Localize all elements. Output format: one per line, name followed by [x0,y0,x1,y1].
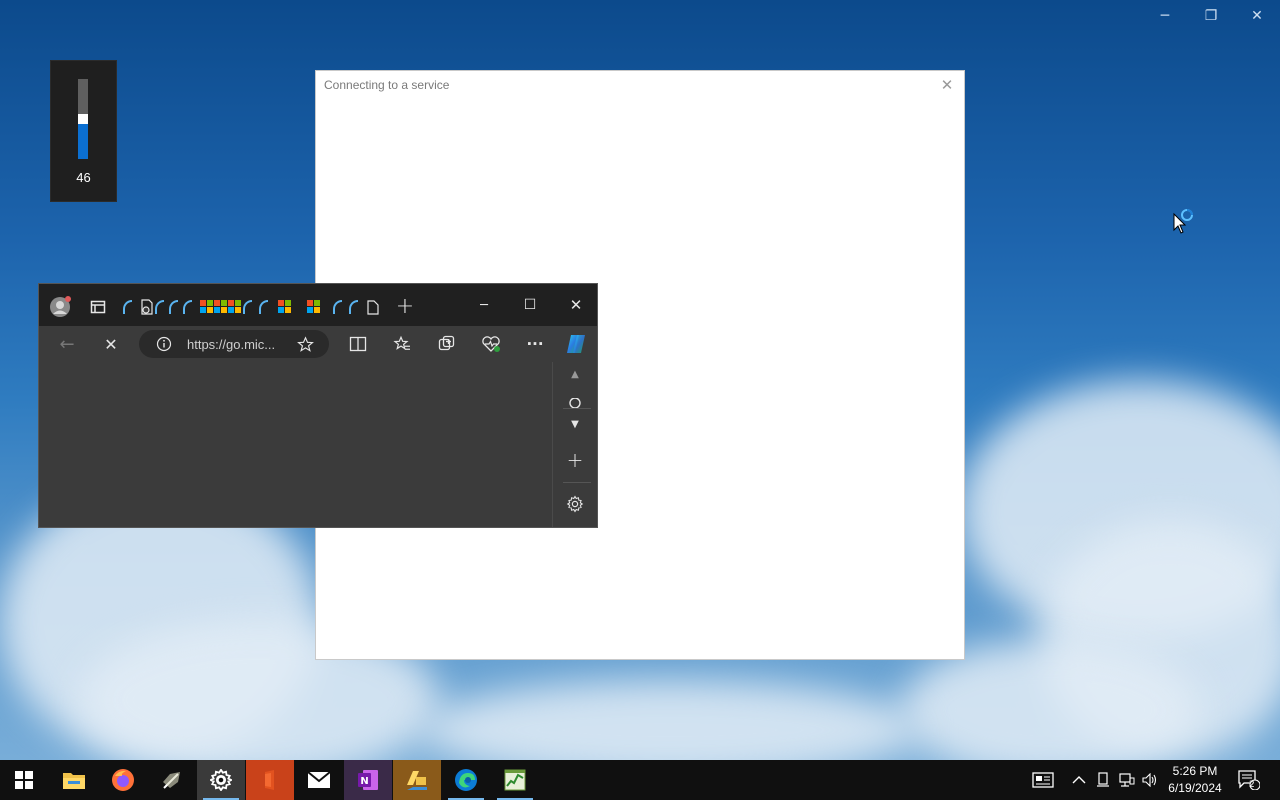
loading-tab-icon[interactable] [153,298,165,316]
taskbar-firefox[interactable] [99,760,147,800]
news-widget-icon[interactable] [1028,760,1058,800]
edge-maximize-button[interactable]: ☐ [507,284,553,326]
new-tab-button[interactable]: + [394,294,416,319]
taskbar-onenote[interactable]: N [344,760,392,800]
taskbar-settings[interactable] [197,760,245,800]
notification-center-button[interactable]: 2 [1234,760,1264,800]
sidebar-search-icon[interactable] [565,398,585,408]
sidebar-scroll-down-icon[interactable]: ▼ [565,416,585,432]
copilot-icon[interactable] [563,331,589,357]
show-hidden-icons-chevron-icon[interactable] [1068,760,1090,800]
collections-icon[interactable] [436,334,458,354]
desktop-window-controls: ─ ❐ ✕ [1142,0,1280,32]
clock-date: 6/19/2024 [1168,781,1222,795]
close-button[interactable]: ✕ [1234,0,1280,32]
taskbar-task-manager[interactable] [491,760,539,800]
volume-slider-fill [78,122,88,159]
browser-essentials-icon[interactable] [479,334,503,354]
sidebar-settings-gear-icon[interactable] [563,492,587,516]
split-screen-icon[interactable] [347,334,369,354]
file-manager-icon [407,771,427,790]
task-manager-icon [504,769,526,791]
loading-tab-icon[interactable] [347,298,359,316]
taskbar: N 5:26 PM 6/19/2024 2 [0,760,1280,800]
edge-icon [455,769,477,791]
microsoft-tab-icon[interactable] [306,299,320,313]
edge-sidebar: ▲ ▼ + [552,362,597,527]
sidebar-separator [563,482,591,483]
site-info-icon[interactable] [155,335,173,353]
dialog-close-button[interactable]: ✕ [936,74,958,96]
favorite-star-icon[interactable] [295,334,315,354]
loading-tab-icon[interactable] [167,298,179,316]
folder-icon [63,773,85,789]
sidebar-separator [563,408,591,409]
stop-loading-button[interactable]: ✕ [99,332,123,356]
onenote-icon: N [358,770,378,790]
minimize-button[interactable]: ─ [1142,0,1188,32]
profile-icon[interactable] [49,296,71,318]
taskbar-edge[interactable] [442,760,490,800]
edge-browser-window: + ─ ☐ ✕ ← ✕ https://go.mic... ··· ▲ ▼ + [38,283,598,528]
edge-minimize-button[interactable]: ─ [461,284,507,326]
microsoft-tab-icon[interactable] [227,299,241,313]
firefox-icon [112,769,134,791]
volume-speaker-icon[interactable] [1140,760,1160,800]
favorites-icon[interactable] [391,334,413,354]
address-url: https://go.mic... [187,337,276,352]
volume-flyout: 46 [50,60,117,202]
svg-text:N: N [360,776,368,787]
windows-logo-icon [15,771,33,789]
notification-count-badge: 2 [1249,780,1255,790]
volume-level-label: 46 [76,170,91,185]
loading-tab-icon[interactable] [181,298,193,316]
mail-icon [307,771,331,788]
edge-close-button[interactable]: ✕ [553,284,599,326]
taskbar-file-manager[interactable] [393,760,441,800]
volume-slider-thumb[interactable] [78,114,88,124]
more-options-button[interactable]: ··· [523,332,547,356]
taskbar-mail[interactable] [295,760,343,800]
taskbar-file-explorer[interactable] [50,760,98,800]
back-button[interactable]: ← [55,332,79,356]
tab-actions-icon[interactable] [89,298,107,316]
microsoft-tab-icon[interactable] [199,299,213,313]
address-bar[interactable]: https://go.mic... [139,330,329,358]
sidebar-scroll-up-icon[interactable]: ▲ [565,366,585,382]
sidebar-add-button[interactable]: + [563,448,587,472]
taskbar-clock[interactable]: 5:26 PM 6/19/2024 [1160,763,1230,797]
busy-cursor-icon [1173,209,1193,234]
start-button[interactable] [0,760,48,800]
device-icon[interactable] [1093,760,1113,800]
taskbar-office[interactable] [246,760,294,800]
office-icon [265,770,274,790]
page-tab-icon[interactable] [366,298,380,316]
settings-gear-icon [210,769,232,791]
microsoft-tab-icon[interactable] [277,299,291,313]
volume-slider[interactable] [78,79,88,159]
microsoft-tab-icon[interactable] [213,299,227,313]
clock-time: 5:26 PM [1172,764,1218,778]
loading-tab-icon[interactable] [121,298,133,316]
pen-app-icon [163,772,180,789]
tab-bar: + ─ ☐ ✕ [39,284,597,326]
restore-button[interactable]: ❐ [1188,0,1234,32]
network-icon[interactable] [1116,760,1138,800]
loading-tab-icon[interactable] [257,298,269,316]
browser-toolbar: ← ✕ https://go.mic... ··· [39,326,597,362]
cloud-decoration [900,640,1200,780]
taskbar-pen-app[interactable] [148,760,196,800]
loading-tab-icon[interactable] [241,298,253,316]
loading-tab-icon[interactable] [331,298,343,316]
dialog-title: Connecting to a service [324,78,450,92]
